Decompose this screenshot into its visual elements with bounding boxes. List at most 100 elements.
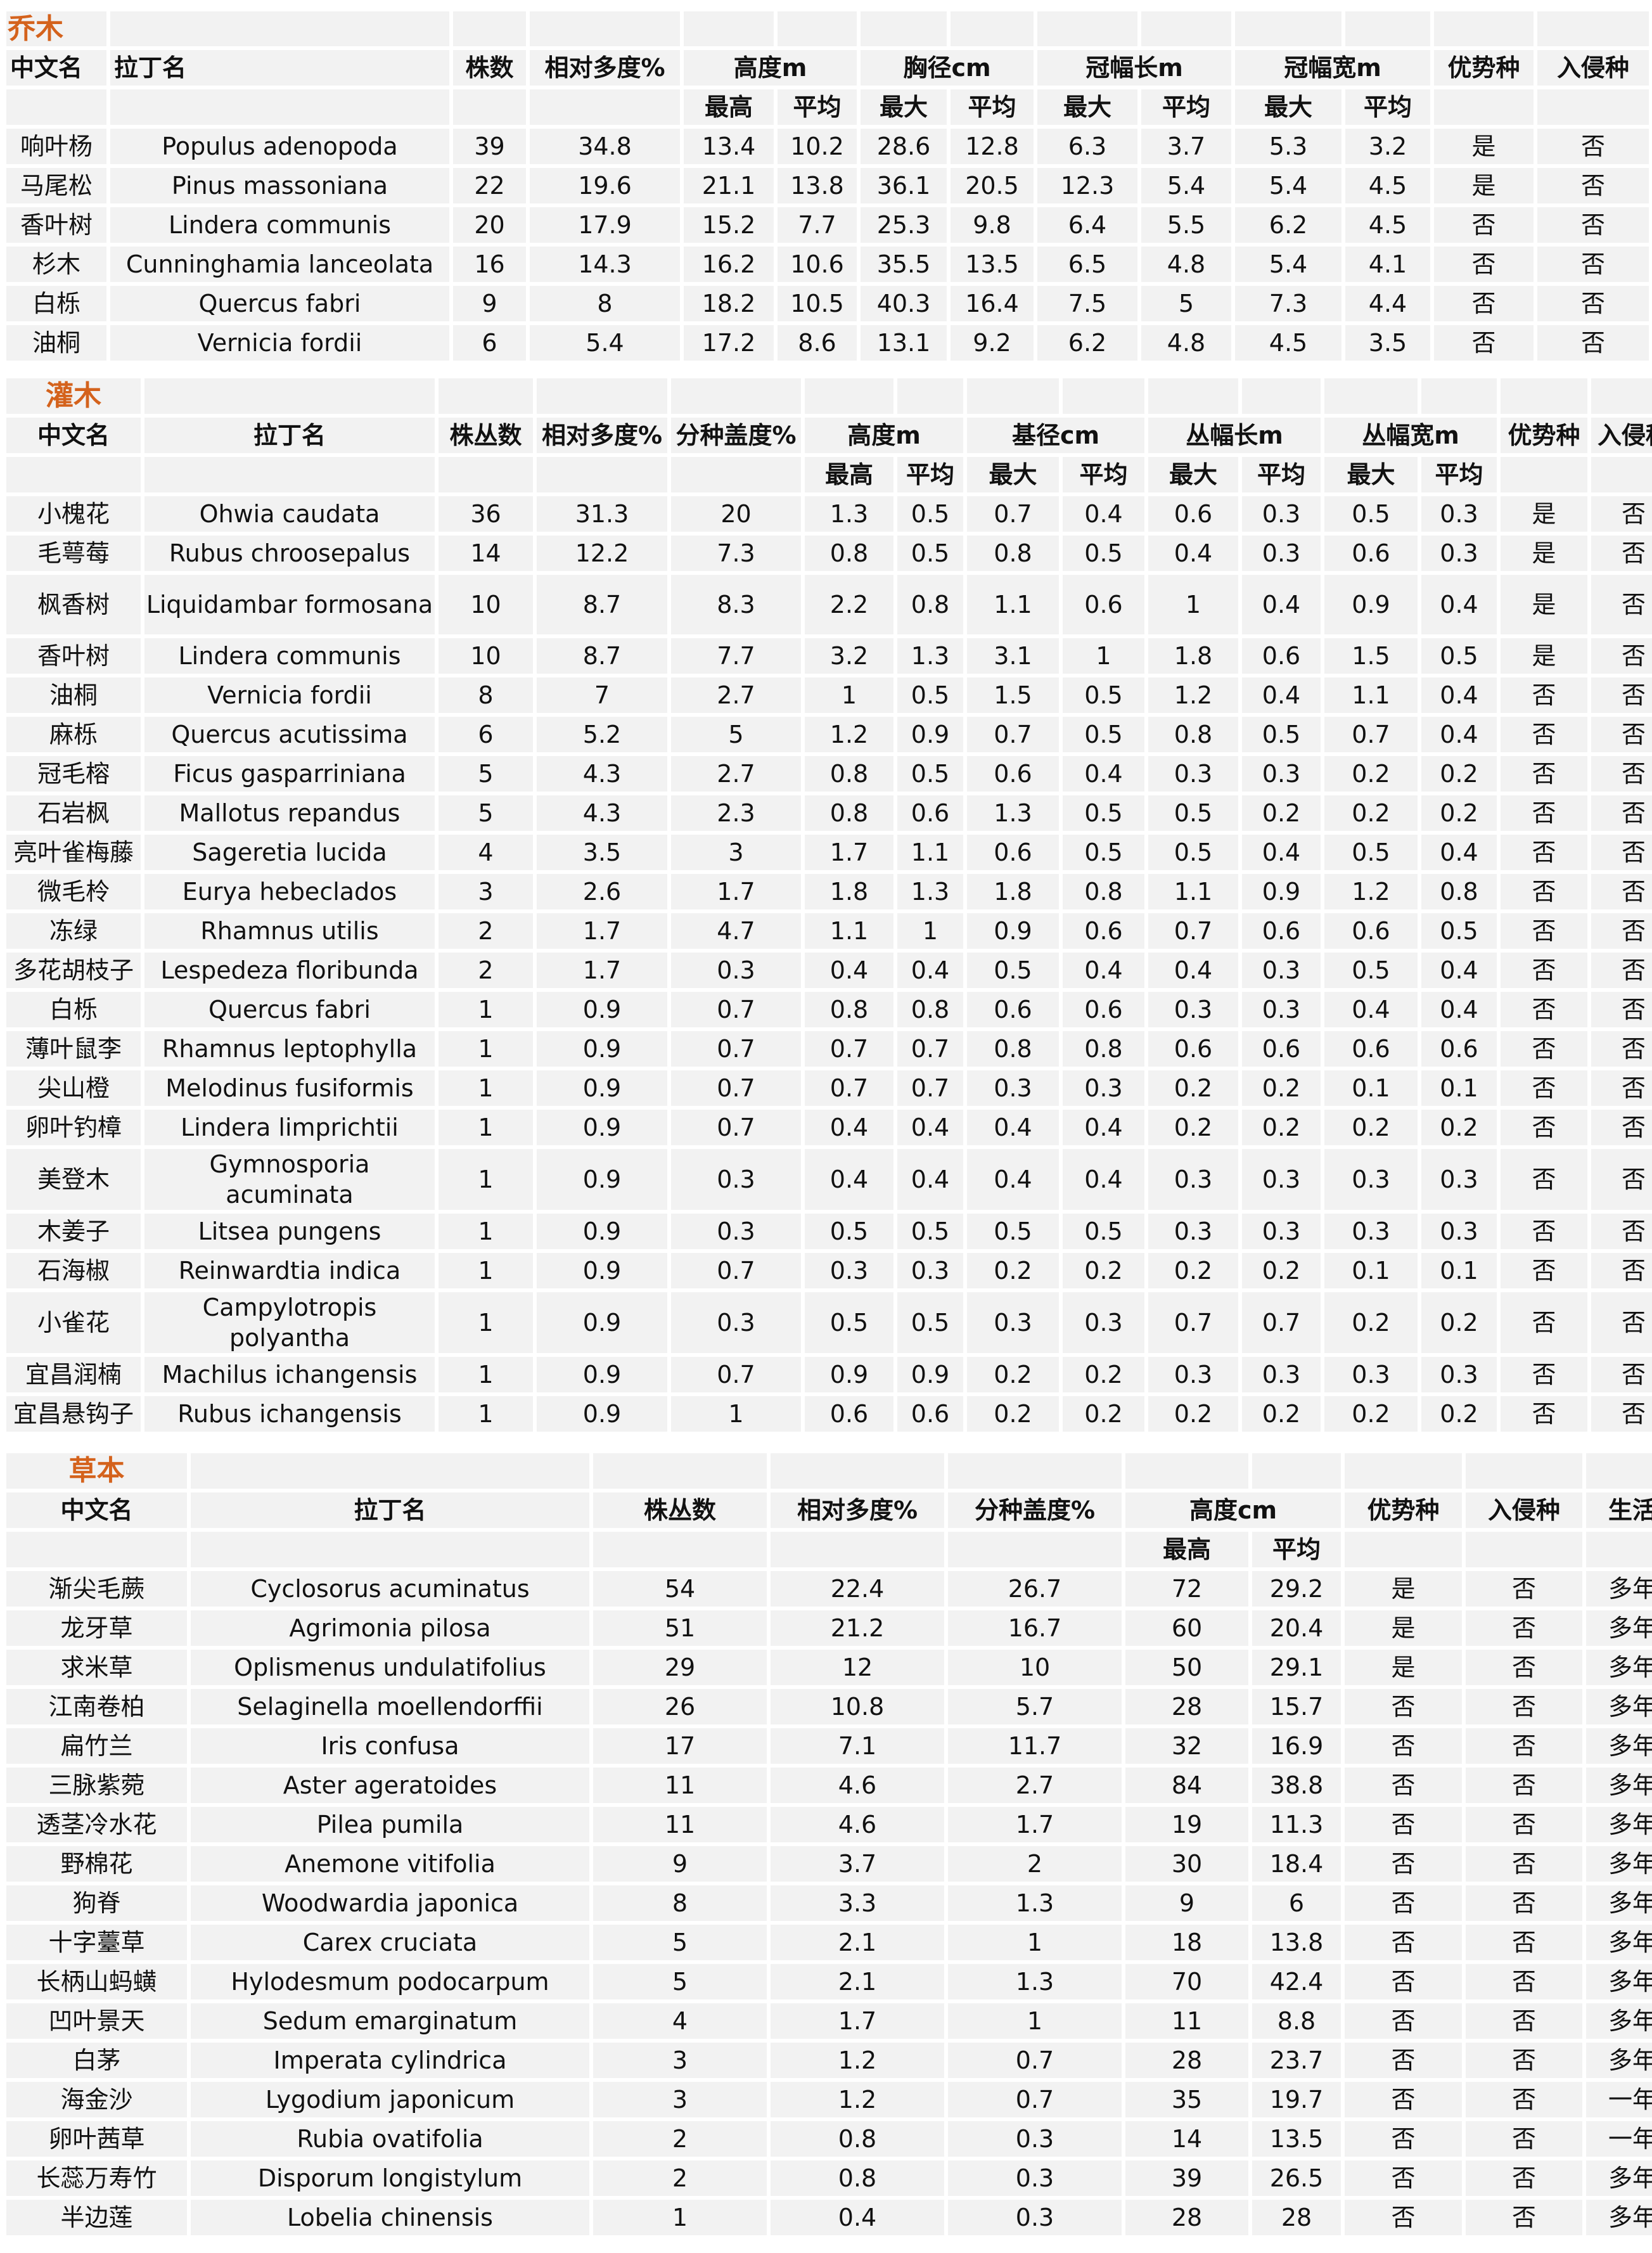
table-cell: 4.5: [1231, 321, 1345, 364]
table-cell: 0.5: [963, 1210, 1063, 1253]
table-cell: 0.8: [767, 2117, 948, 2160]
table-cell: 0.7: [667, 1027, 805, 1070]
cell-latin-name: Reinwardtia indica: [141, 1249, 439, 1292]
table-cell: 0.3: [944, 2196, 1125, 2239]
table-cell: 0.9: [533, 1106, 671, 1149]
table-row: 油桐 Vernicia fordii 8 7 2.7 1 0.5 1.5 0.5 1.2 0.4 1.…: [3, 674, 1652, 717]
table-cell: 6: [435, 713, 537, 756]
table-cell: 84: [1122, 1764, 1252, 1807]
table-row: 卵叶茜草Rubia ovatifolia20.80.31413.5否否一年生: [3, 2117, 1652, 2160]
table-cell: 0.7: [944, 2039, 1125, 2082]
table-cell: 29: [589, 1646, 771, 1689]
table-cell: 0.6: [893, 1392, 967, 1435]
col-header-crown-length: 冠幅长m: [1034, 46, 1235, 89]
table-cell: 否: [1587, 792, 1652, 835]
table-cell: 多年生: [1582, 2157, 1652, 2200]
table-row: 长柄山蚂蟥 Hylodesmum podocarpum 5 2.1 1.3 70 42.4 否…: [3, 1960, 1652, 2003]
table-cell: 否: [1587, 674, 1652, 717]
cell-latin-name: Lindera communis: [141, 634, 439, 677]
col-header-dominant: 优势种: [1497, 414, 1591, 457]
table-cell: 1: [435, 1210, 537, 1253]
table-cell: 否: [1497, 674, 1591, 717]
table-cell: 0.1: [1321, 1249, 1421, 1292]
table-cell: 3.3: [767, 1882, 948, 1925]
table-cell: 否: [1587, 713, 1652, 756]
table-cell: 0.2: [1238, 1249, 1324, 1292]
table-cell: 2.7: [944, 1764, 1125, 1807]
table-cell: 0.9: [893, 1353, 967, 1396]
cell-latin-name: Eurya hebeclados: [141, 870, 439, 913]
table-cell: 否: [1462, 2078, 1586, 2121]
table-cell: 5: [589, 1960, 771, 2003]
table-cell: 否: [1497, 1106, 1591, 1149]
table-cell: 36: [435, 492, 537, 536]
cell-cn-name: 狗脊: [3, 1882, 191, 1925]
table-cell: 否: [1497, 1145, 1591, 1214]
table-cell: 3: [589, 2078, 771, 2121]
herbs-body: 渐尖毛蕨 Cyclosorus acuminatus 54 22.4 26.7 72 29.…: [3, 1567, 1652, 2239]
table-cell: 20: [667, 492, 805, 536]
table-cell: 11.7: [944, 1724, 1125, 1768]
table-cell: 否: [1462, 1567, 1586, 1610]
table-cell: 0.4: [1059, 1106, 1148, 1149]
subheader-max: 最大: [1231, 86, 1345, 129]
table-cell: 2: [944, 1842, 1125, 1885]
table-cell: 2.1: [767, 1921, 948, 1964]
table-cell: 16.4: [947, 282, 1037, 325]
table-row: 白栎 Quercus fabri 9 8 18.2 10.5 40.3 16.4 7.5 5 7.3…: [3, 282, 1652, 325]
table-cell: 8: [435, 674, 537, 717]
table-cell: 16: [449, 243, 530, 286]
table-row: 香叶树 Lindera communis 20 17.9 15.2 7.7 25.3 9.8 6…: [3, 203, 1652, 247]
col-header-crown-width: 冠幅宽m: [1231, 46, 1434, 89]
table-cell: 否: [1341, 1882, 1466, 1925]
table-cell: 9: [1122, 1882, 1252, 1925]
table-cell: 42.4: [1248, 1960, 1345, 2003]
table-row: 微毛柃 Eurya hebeclados 3 2.6 1.7 1.8 1.3 1.8 0.8 1.…: [3, 870, 1652, 913]
table-cell: 14: [435, 532, 537, 575]
table-cell: 1.7: [533, 909, 671, 953]
table-cell: 11: [589, 1803, 771, 1846]
table-cell: 0.8: [1059, 870, 1148, 913]
table-cell: 0.1: [1418, 1067, 1501, 1110]
table-cell: 8: [526, 282, 684, 325]
table-cell: 10: [944, 1646, 1125, 1689]
table-cell: 0.2: [1144, 1067, 1242, 1110]
table-row: 渐尖毛蕨 Cyclosorus acuminatus 54 22.4 26.7 72 29.…: [3, 1567, 1652, 1610]
table-cell: 否: [1587, 634, 1652, 677]
table-row: 扁竹兰Iris confusa177.111.73216.9否否多年生: [3, 1724, 1652, 1768]
cell-cn-name: 杉木: [3, 243, 110, 286]
cell-cn-name: 长柄山蚂蟥: [3, 1960, 191, 2003]
trees-header-row: 中文名 拉丁名 株数 相对多度% 高度m 胸径cm 冠幅长m 冠幅宽m 优势种 …: [3, 46, 1652, 89]
table-cell: 0.6: [1059, 909, 1148, 953]
table-cell: 4.5: [1341, 164, 1434, 207]
table-cell: 否: [1587, 492, 1652, 536]
table-cell: 29.1: [1248, 1646, 1345, 1689]
table-cell: 0.6: [1144, 492, 1242, 536]
table-cell: 否: [1587, 1392, 1652, 1435]
table-cell: 否: [1497, 713, 1591, 756]
table-cell: 否: [1462, 1882, 1586, 1925]
table-cell: 4: [435, 831, 537, 874]
cell-latin-name: Imperata cylindrica: [187, 2039, 593, 2082]
table-cell: 多年生: [1582, 2039, 1652, 2082]
cell-cn-name: 油桐: [3, 321, 110, 364]
table-cell: 7.1: [767, 1724, 948, 1768]
table-cell: 否: [1341, 1764, 1466, 1807]
table-cell: 5.4: [1231, 243, 1345, 286]
table-cell: 18.2: [680, 282, 778, 325]
table-cell: 0.5: [1059, 674, 1148, 717]
col-header-cn-name: 中文名: [3, 1489, 191, 1532]
table-cell: 13.5: [947, 243, 1037, 286]
table-row: 毛萼莓 Rubus chroosepalus 14 12.2 7.3 0.8 0.5 0.8 0…: [3, 532, 1652, 575]
cell-latin-name: Ficus gasparriniana: [141, 752, 439, 795]
table-cell: 10.5: [774, 282, 861, 325]
table-cell: 0.5: [1418, 909, 1501, 953]
table-row: 小槐花 Ohwia caudata 36 31.3 20 1.3 0.5 0.7 0.4 0.6 0…: [3, 492, 1652, 536]
cell-latin-name: Lindera limprichtii: [141, 1106, 439, 1149]
cell-cn-name: 薄叶鼠李: [3, 1027, 144, 1070]
table-cell: 1.3: [893, 634, 967, 677]
table-row: 宜昌润楠 Machilus ichangensis 1 0.9 0.7 0.9 0.9 0.2…: [3, 1353, 1652, 1396]
table-cell: 22: [449, 164, 530, 207]
table-cell: 0.5: [1144, 792, 1242, 835]
table-row: 尖山橙 Melodinus fusiformis 1 0.9 0.7 0.7 0.7 0.3 0…: [3, 1067, 1652, 1110]
